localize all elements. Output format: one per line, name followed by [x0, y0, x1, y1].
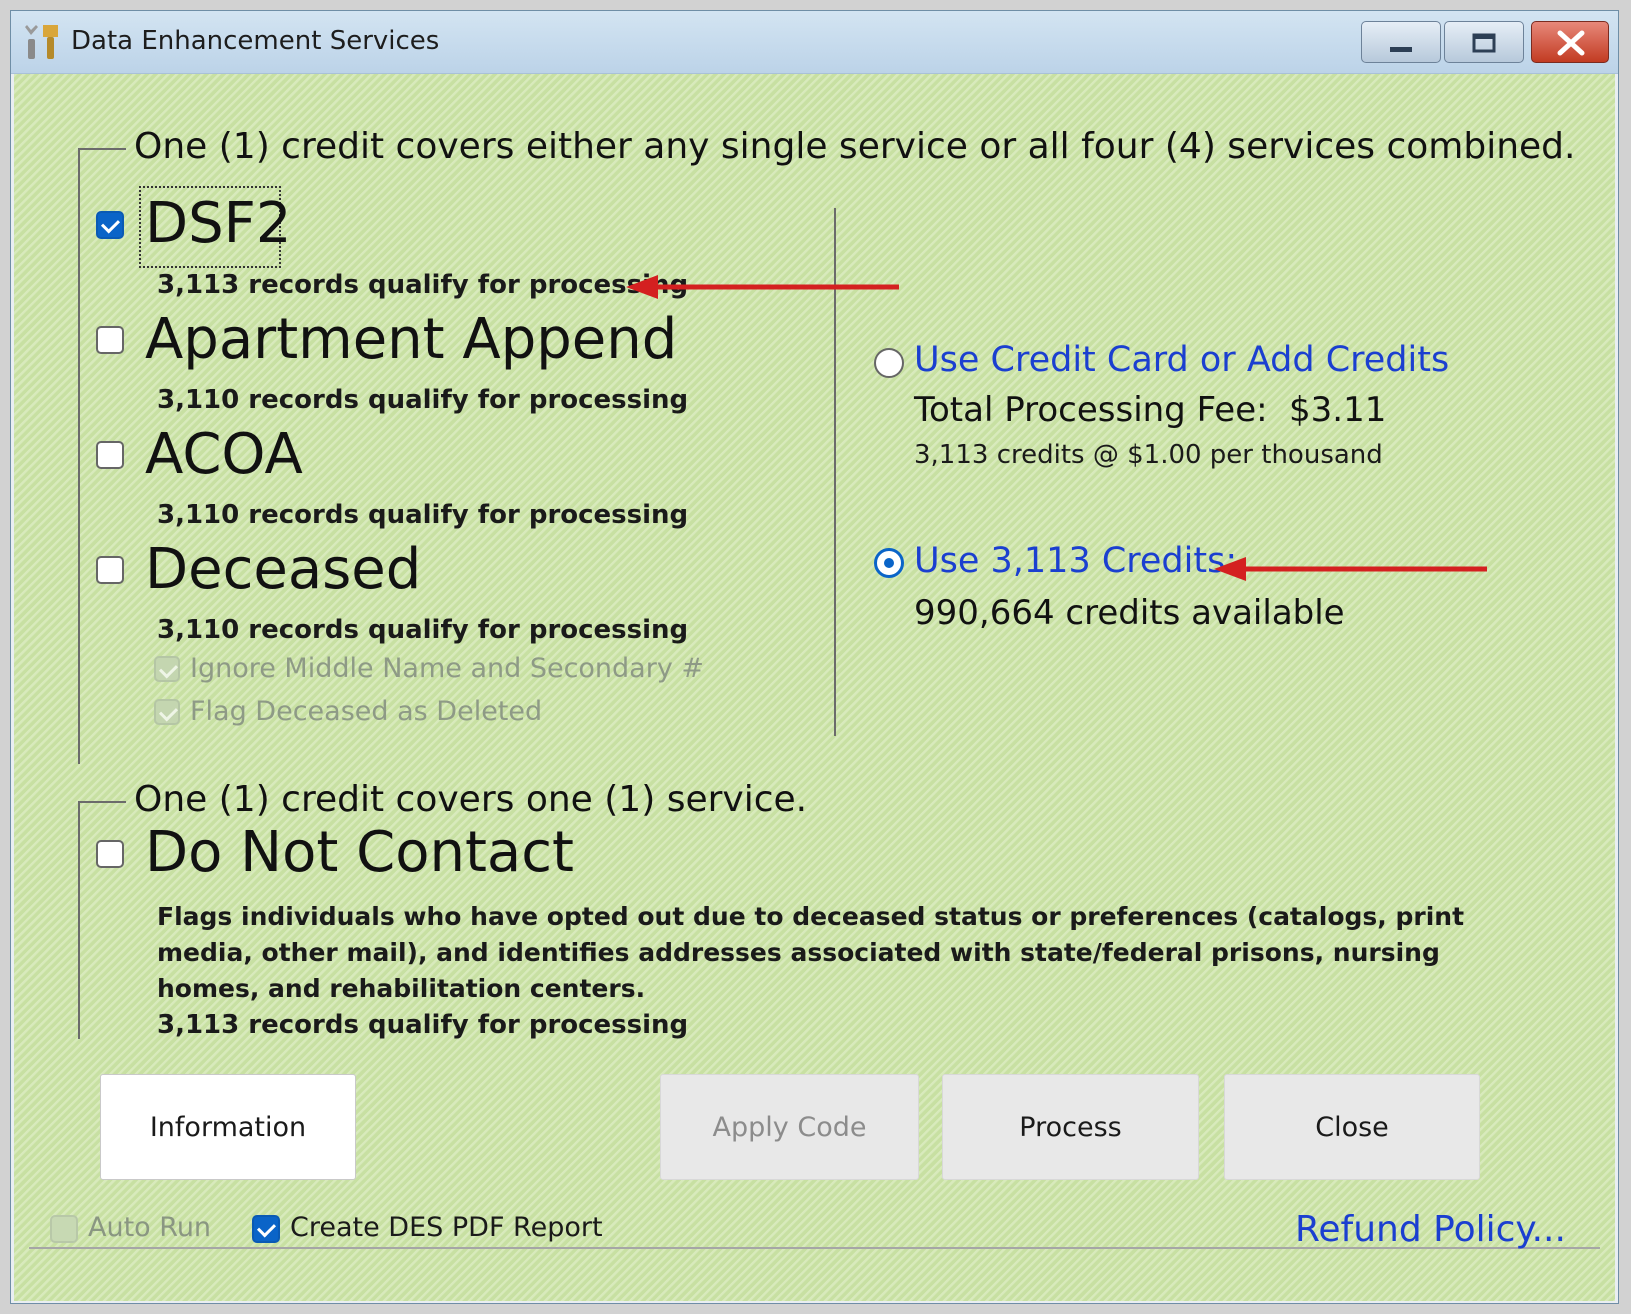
ignore-middle-name-checkbox[interactable] [154, 656, 180, 682]
fee-label: Total Processing Fee: [914, 390, 1268, 430]
do-not-contact-records: 3,113 records qualify for processing [157, 1010, 689, 1040]
annotation-arrow-icon [626, 275, 899, 299]
fee-detail: 3,113 credits @ $1.00 per thousand [914, 440, 1383, 470]
apartment-append-label[interactable]: Apartment Append [145, 307, 677, 372]
group1-border-top [78, 148, 126, 150]
window-title: Data Enhancement Services [71, 26, 440, 56]
title-bar[interactable]: Data Enhancement Services [11, 11, 1618, 74]
group2-border [78, 801, 80, 1039]
do-not-contact-checkbox[interactable] [96, 840, 124, 868]
fee-value: $3.11 [1289, 390, 1387, 430]
maximize-button[interactable] [1444, 21, 1524, 63]
close-button[interactable]: Close [1224, 1074, 1480, 1180]
maximize-icon [1472, 33, 1496, 53]
credits-available: 990,664 credits available [914, 593, 1345, 633]
acoa-label[interactable]: ACOA [145, 422, 303, 487]
auto-run-label[interactable]: Auto Run [88, 1212, 211, 1243]
group1-border [78, 148, 80, 764]
process-button[interactable]: Process [942, 1074, 1199, 1180]
dsf2-label[interactable]: DSF2 [145, 191, 292, 256]
flag-deceased-label[interactable]: Flag Deceased as Deleted [190, 696, 542, 727]
deceased-checkbox[interactable] [96, 556, 124, 584]
use-credit-card-radio[interactable] [874, 348, 904, 378]
close-icon [1557, 30, 1585, 56]
apply-code-button[interactable]: Apply Code [660, 1074, 919, 1180]
do-not-contact-description: Flags individuals who have opted out due… [157, 902, 1465, 1003]
minimize-icon [1390, 47, 1412, 52]
group2-border-top [78, 801, 126, 803]
refund-policy-link[interactable]: Refund Policy... [1295, 1209, 1566, 1250]
group2-caption: One (1) credit covers one (1) service. [134, 779, 808, 820]
close-window-button[interactable] [1531, 21, 1609, 63]
minimize-button[interactable] [1361, 21, 1441, 63]
acoa-records: 3,110 records qualify for processing [157, 500, 689, 530]
dialog-body: One (1) credit covers either any single … [14, 74, 1615, 1301]
main-window: Data Enhancement Services One (1) credit… [10, 10, 1619, 1304]
flag-deceased-checkbox[interactable] [154, 699, 180, 725]
dsf2-records: 3,113 records qualify for processing [157, 270, 689, 300]
dsf2-checkbox[interactable] [96, 211, 124, 239]
ignore-middle-name-label[interactable]: Ignore Middle Name and Secondary # [190, 653, 704, 684]
information-button[interactable]: Information [100, 1074, 356, 1180]
tools-icon [25, 25, 58, 59]
annotation-arrow-icon [1214, 557, 1487, 581]
deceased-records: 3,110 records qualify for processing [157, 615, 689, 645]
acoa-checkbox[interactable] [96, 441, 124, 469]
do-not-contact-label[interactable]: Do Not Contact [145, 820, 574, 885]
use-credits-radio[interactable] [874, 548, 904, 578]
create-pdf-label[interactable]: Create DES PDF Report [290, 1212, 603, 1243]
apartment-append-records: 3,110 records qualify for processing [157, 385, 689, 415]
deceased-label[interactable]: Deceased [145, 537, 421, 602]
use-credits-link[interactable]: Use 3,113 Credits: [914, 541, 1237, 581]
auto-run-checkbox[interactable] [50, 1215, 78, 1243]
create-pdf-checkbox[interactable] [252, 1215, 280, 1243]
use-credit-card-link[interactable]: Use Credit Card or Add Credits [914, 340, 1449, 380]
apartment-append-checkbox[interactable] [96, 326, 124, 354]
group1-caption: One (1) credit covers either any single … [134, 126, 1576, 167]
